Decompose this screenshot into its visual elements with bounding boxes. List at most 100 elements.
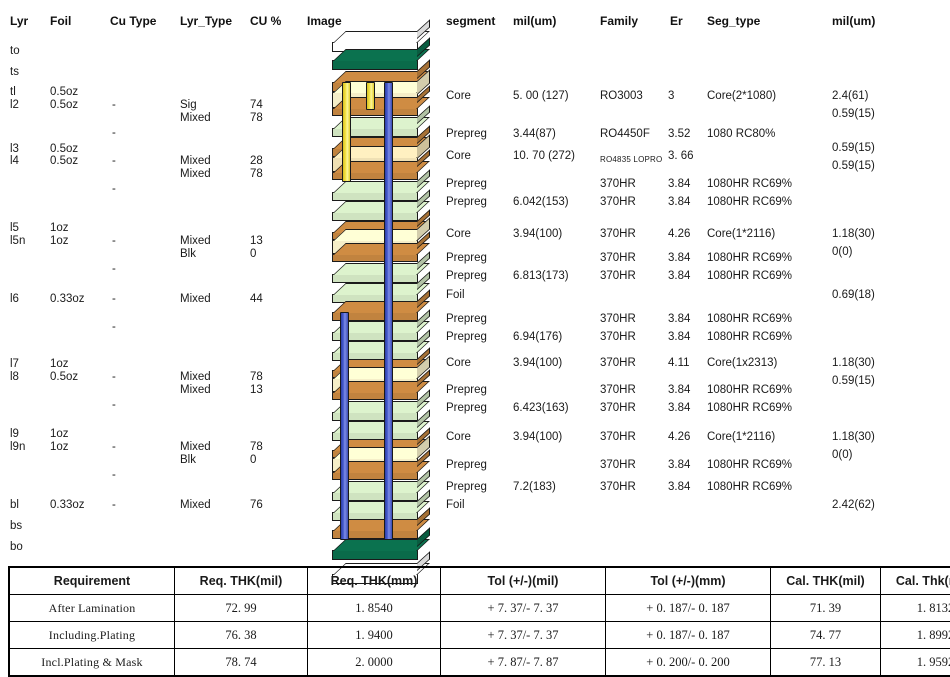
segment-thickness: 3.94(100) bbox=[513, 431, 562, 444]
header-er: Er bbox=[670, 14, 683, 28]
header-cu-pct: CU % bbox=[250, 14, 281, 28]
segment-type: 1080HR RC69% bbox=[707, 481, 792, 494]
layer-type: Mixed bbox=[180, 235, 211, 248]
layer-id: l8 bbox=[10, 371, 19, 384]
layer-type: Mixed bbox=[180, 155, 211, 168]
segment-family: 370HR bbox=[600, 331, 636, 344]
segment-family: RO3003 bbox=[600, 90, 643, 103]
segment-name: Prepreg bbox=[446, 331, 487, 344]
segment-type: Core(1x2313) bbox=[707, 357, 777, 370]
segment-name: Core bbox=[446, 90, 471, 103]
segment-thickness: 5. 00 (127) bbox=[513, 90, 569, 103]
segment-er: 3.84 bbox=[668, 384, 690, 397]
segment-name: Prepreg bbox=[446, 252, 487, 265]
segment-thickness: 6.423(163) bbox=[513, 402, 569, 415]
segment-copper-thickness: 0(0) bbox=[832, 246, 852, 259]
segment-type: 1080HR RC69% bbox=[707, 270, 792, 283]
layer-type: Mixed bbox=[180, 293, 211, 306]
requirement-value: 2. 0000 bbox=[308, 649, 441, 677]
segment-er: 3.84 bbox=[668, 481, 690, 494]
layer-foil: 1oz bbox=[50, 235, 69, 248]
layer-id: l2 bbox=[10, 99, 19, 112]
layer-cu-type: - bbox=[112, 441, 116, 454]
layer-cu-type: - bbox=[112, 235, 116, 248]
requirement-value: 74. 77 bbox=[771, 622, 881, 649]
layer-cu-percent: 13 bbox=[250, 235, 263, 248]
segment-copper-thickness: 0.59(15) bbox=[832, 108, 875, 121]
segment-copper-thickness: 1.18(30) bbox=[832, 228, 875, 241]
layer-foil: 0.33oz bbox=[50, 293, 85, 306]
layer-type: Sig bbox=[180, 99, 197, 112]
segment-name: Prepreg bbox=[446, 178, 487, 191]
segment-er: 3.84 bbox=[668, 402, 690, 415]
buried-via-upper bbox=[342, 82, 351, 182]
table-body: After Lamination72. 991. 8540+ 7. 37/- 7… bbox=[9, 595, 950, 677]
header-seg-mil: mil(um) bbox=[513, 14, 556, 28]
layer-cu-percent: 76 bbox=[250, 499, 263, 512]
segment-family: 370HR bbox=[600, 196, 636, 209]
copper-layer-l5n bbox=[332, 254, 418, 262]
requirement-value: + 7. 87/- 7. 87 bbox=[441, 649, 606, 677]
layer-id: l5 bbox=[10, 222, 19, 235]
prepreg-4 bbox=[332, 274, 418, 283]
segment-type: Core(1*2116) bbox=[707, 228, 775, 241]
segment-family: 370HR bbox=[600, 384, 636, 397]
stackup-image bbox=[322, 30, 444, 560]
requirement-value: + 0. 187/- 0. 187 bbox=[606, 595, 771, 622]
requirement-value: 72. 99 bbox=[175, 595, 308, 622]
segment-thickness: 6.042(153) bbox=[513, 196, 569, 209]
layer-cu-type: - bbox=[112, 263, 116, 276]
segment-family: 370HR bbox=[600, 178, 636, 191]
microvia bbox=[366, 82, 375, 110]
layer-cu-percent: 44 bbox=[250, 293, 263, 306]
segment-type: 1080HR RC69% bbox=[707, 402, 792, 415]
layer-id: bo bbox=[10, 541, 23, 554]
header-image: Image bbox=[307, 14, 342, 28]
table-column-header: Tol (+/-)(mm) bbox=[606, 567, 771, 595]
top-solder-mask bbox=[332, 60, 418, 70]
layer-cu-percent: 74 bbox=[250, 99, 263, 112]
segment-type: 1080HR RC69% bbox=[707, 313, 792, 326]
header-lyr-type: Lyr_Type bbox=[180, 14, 232, 28]
segment-copper-thickness: 0.59(15) bbox=[832, 142, 875, 155]
layer-type: Mixed bbox=[180, 112, 211, 125]
layer-cu-type: - bbox=[112, 183, 116, 196]
layer-foil: 0.5oz bbox=[50, 371, 78, 384]
segment-er: 3.84 bbox=[668, 178, 690, 191]
layer-id: ts bbox=[10, 66, 19, 79]
layer-type: Blk bbox=[180, 454, 196, 467]
layer-id: l6 bbox=[10, 293, 19, 306]
segment-family: 370HR bbox=[600, 402, 636, 415]
segment-name: Prepreg bbox=[446, 459, 487, 472]
segment-er: 3.84 bbox=[668, 313, 690, 326]
segment-name: Prepreg bbox=[446, 313, 487, 326]
segment-name: Prepreg bbox=[446, 402, 487, 415]
table-column-header: Req. THK(mil) bbox=[175, 567, 308, 595]
segment-er: 4.11 bbox=[668, 357, 690, 370]
table-row: After Lamination72. 991. 8540+ 7. 37/- 7… bbox=[9, 595, 950, 622]
layer-cu-percent: 78 bbox=[250, 371, 263, 384]
segment-er: 3.84 bbox=[668, 196, 690, 209]
prepreg-3 bbox=[332, 212, 418, 221]
requirement-value: + 0. 200/- 0. 200 bbox=[606, 649, 771, 677]
layer-foil: 1oz bbox=[50, 358, 69, 371]
segment-thickness: 6.94(176) bbox=[513, 331, 562, 344]
segment-family: 370HR bbox=[600, 431, 636, 444]
layer-cu-type: - bbox=[112, 399, 116, 412]
layer-type: Mixed bbox=[180, 371, 211, 384]
segment-name: Prepreg bbox=[446, 196, 487, 209]
requirement-value: + 7. 37/- 7. 37 bbox=[441, 622, 606, 649]
blind-via-lower bbox=[340, 312, 349, 540]
segment-family: 370HR bbox=[600, 270, 636, 283]
segment-type: 1080HR RC69% bbox=[707, 459, 792, 472]
segment-copper-thickness: 2.4(61) bbox=[832, 90, 868, 103]
requirement-name: Incl.Plating & Mask bbox=[9, 649, 175, 677]
layer-foil: 1oz bbox=[50, 428, 69, 441]
layer-cu-type: - bbox=[112, 293, 116, 306]
segment-type: Core(1*2116) bbox=[707, 431, 775, 444]
layer-type: Blk bbox=[180, 248, 196, 261]
layer-id: tl bbox=[10, 86, 16, 99]
header-foil: Foil bbox=[50, 14, 71, 28]
segment-thickness: 10. 70 (272) bbox=[513, 150, 575, 163]
bottom-solder-mask bbox=[332, 550, 418, 560]
